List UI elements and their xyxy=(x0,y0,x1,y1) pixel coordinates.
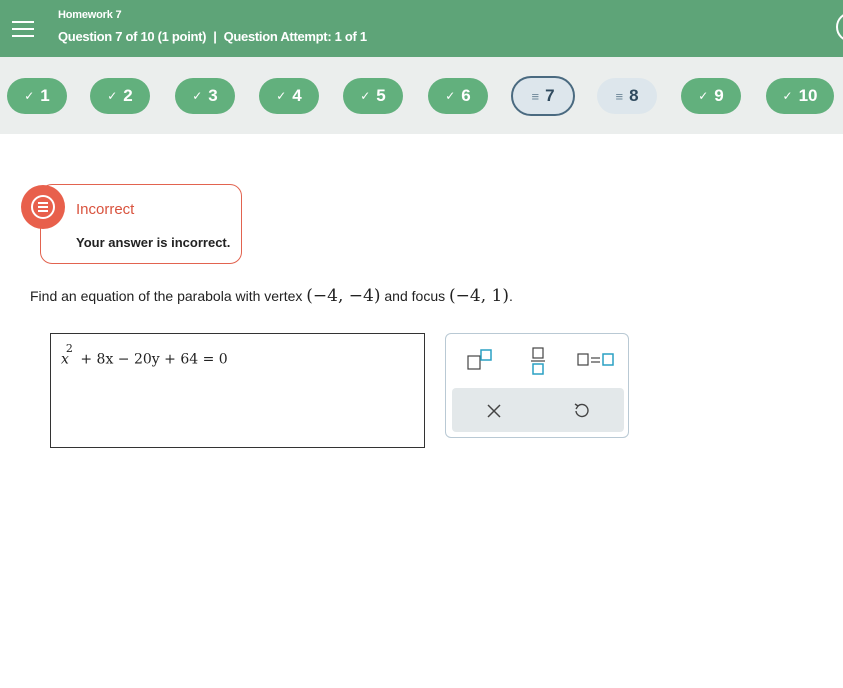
check-icon: ✓ xyxy=(24,89,35,103)
check-icon: ✓ xyxy=(360,89,371,103)
check-icon: ✓ xyxy=(698,89,709,103)
header-circle-button[interactable] xyxy=(836,12,843,42)
question-nav-button-1[interactable]: ✓ 1 xyxy=(7,78,67,114)
question-nav-number: 2 xyxy=(123,86,133,105)
question-text-part: Find an equation of the parabola with ve… xyxy=(30,288,307,304)
question-number-info: Question 7 of 10 (1 point) xyxy=(58,29,207,44)
math-palette xyxy=(445,333,629,438)
undo-icon[interactable] xyxy=(572,402,590,420)
header-separator: | xyxy=(213,29,217,44)
question-text-part: . xyxy=(508,288,513,304)
answer-expression: + 8x − 20y + 64 = 0 xyxy=(75,351,228,368)
answer-exponent: 2 xyxy=(65,342,73,355)
feedback-callout xyxy=(40,184,242,264)
question-nav-button-8[interactable]: ≡ 8 xyxy=(597,78,657,114)
question-nav-button-5[interactable]: ✓ 5 xyxy=(343,78,403,114)
check-icon: ✓ xyxy=(276,89,287,103)
question-nav-strip: ✓ 1 ✓ 2 ✓ 3 ✓ 4 ✓ 5 ✓ 6 ≡ 7 ≡ 8 ✓ 9 ✓ 10 xyxy=(0,57,843,134)
question-text-part: and focus xyxy=(380,288,449,304)
question-nav-number: 9 xyxy=(714,86,724,105)
superscript-icon[interactable] xyxy=(466,348,494,372)
top-header-bar: Homework 7 Question 7 of 10 (1 point) | Qu… xyxy=(0,0,843,57)
question-nav-number: 6 xyxy=(461,86,471,105)
question-nav-number: 8 xyxy=(629,86,639,105)
question-nav-button-9[interactable]: ✓ 9 xyxy=(681,78,741,114)
feedback-message: Your answer is incorrect. xyxy=(76,235,231,250)
question-text: Find an equation of the parabola with ve… xyxy=(30,286,513,306)
equation-icon[interactable] xyxy=(576,351,616,369)
check-icon: ✓ xyxy=(107,89,118,103)
question-nav-button-4[interactable]: ✓ 4 xyxy=(259,78,319,114)
partial-icon: ≡ xyxy=(615,88,624,104)
focus-coordinates: (−4, 1) xyxy=(449,286,509,306)
question-nav-button-7[interactable]: ≡ 7 xyxy=(511,76,575,116)
hamburger-menu-icon[interactable] xyxy=(0,0,46,57)
check-icon: ✓ xyxy=(782,89,793,103)
question-info: Question 7 of 10 (1 point) | Question Atte… xyxy=(58,29,367,44)
vertex-coordinates: (−4, −4) xyxy=(306,286,381,306)
question-nav-button-3[interactable]: ✓ 3 xyxy=(175,78,235,114)
question-nav-button-6[interactable]: ✓ 6 xyxy=(428,78,488,114)
feedback-message-icon xyxy=(21,185,65,229)
question-nav-number: 5 xyxy=(376,86,386,105)
partial-icon: ≡ xyxy=(531,88,540,104)
attempt-info: Question Attempt: 1 of 1 xyxy=(223,29,368,44)
feedback-title: Incorrect xyxy=(76,201,135,218)
check-icon: ✓ xyxy=(445,89,456,103)
answer-input-box[interactable]: x2 + 8x − 20y + 64 = 0 xyxy=(50,333,425,448)
question-nav-number: 7 xyxy=(545,86,555,105)
question-nav-number: 3 xyxy=(208,86,218,105)
fraction-icon[interactable] xyxy=(529,346,547,376)
question-nav-number: 4 xyxy=(292,86,302,105)
clear-icon[interactable] xyxy=(486,403,502,419)
answer-equation: x2 + 8x − 20y + 64 = 0 xyxy=(61,342,228,368)
question-nav-button-10[interactable]: ✓ 10 xyxy=(766,78,834,114)
homework-title: Homework 7 xyxy=(58,9,122,21)
question-nav-number: 1 xyxy=(40,86,50,105)
palette-action-row xyxy=(452,388,624,432)
check-icon: ✓ xyxy=(192,89,203,103)
question-nav-number: 10 xyxy=(798,86,818,105)
question-nav-button-2[interactable]: ✓ 2 xyxy=(90,78,150,114)
